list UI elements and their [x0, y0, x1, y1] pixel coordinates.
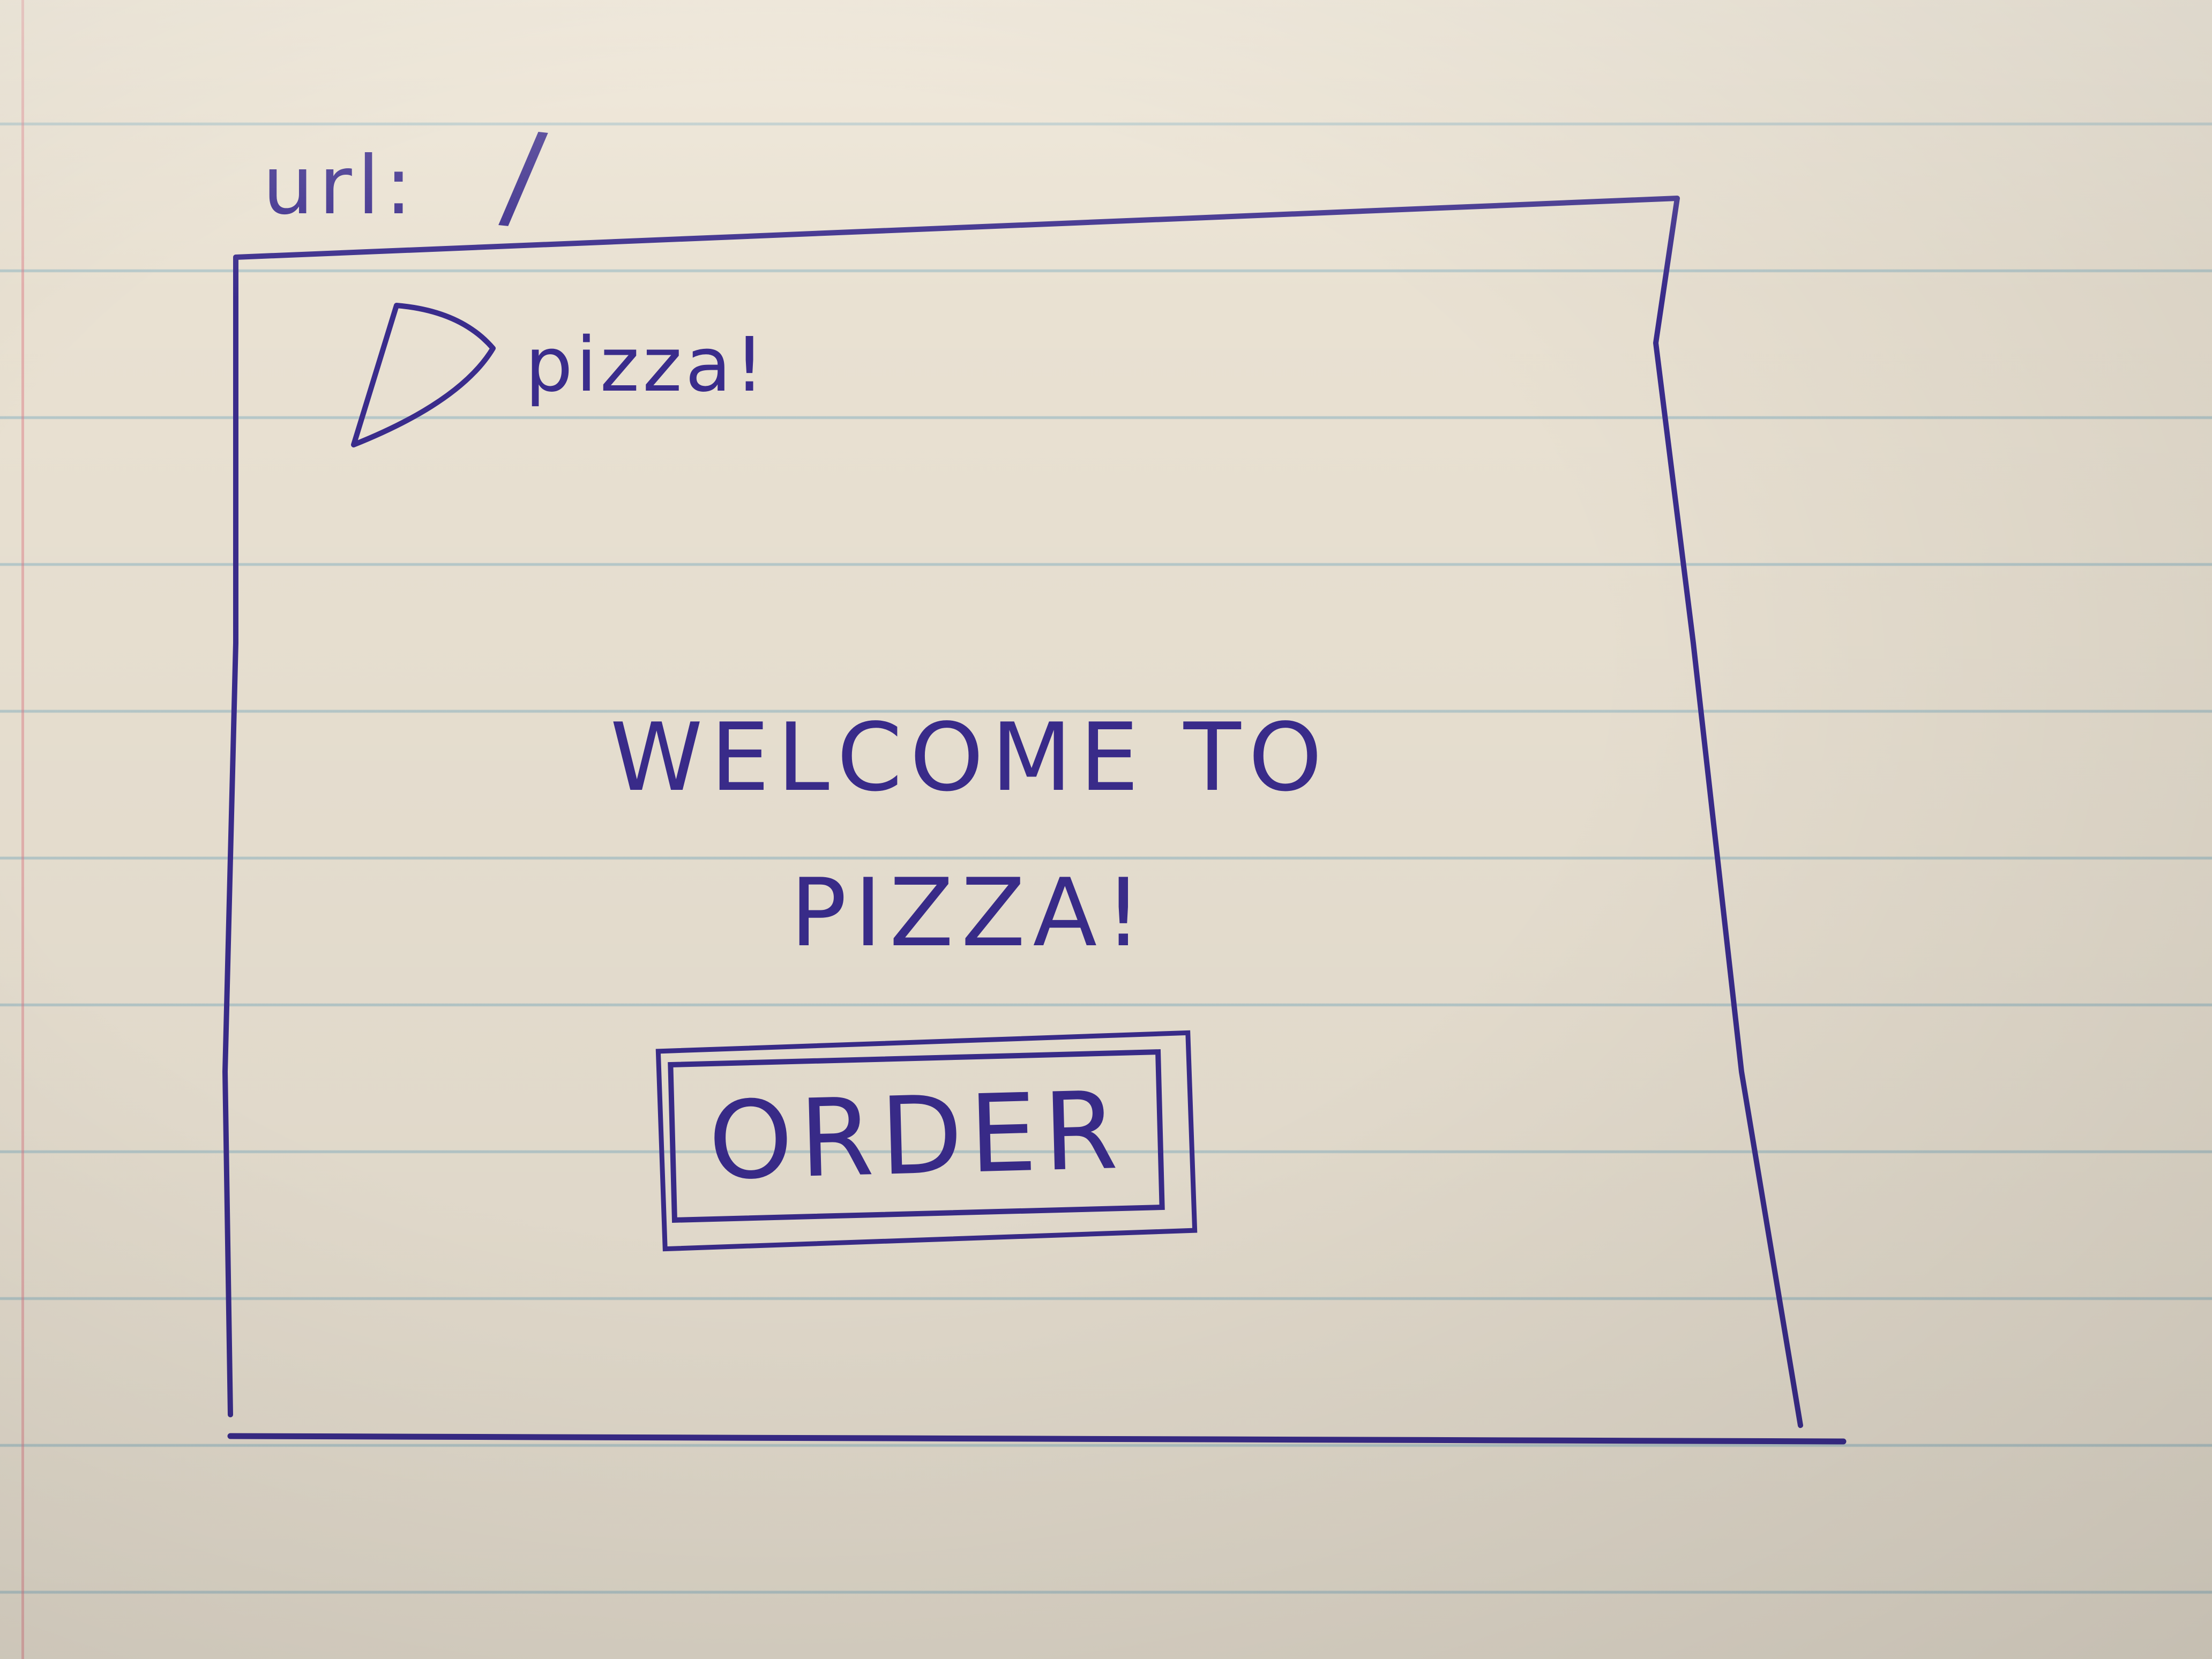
welcome-headline: WELCOME TO PIZZA! [568, 681, 1372, 991]
order-button[interactable]: ORDER [668, 1049, 1165, 1223]
logo-text: pizza! [525, 322, 768, 409]
headline-line-1: WELCOME TO [610, 704, 1330, 812]
headline-line-2: PIZZA! [790, 859, 1150, 968]
site-logo[interactable]: pizza! [343, 289, 825, 461]
pizza-slice-icon [351, 303, 496, 447]
